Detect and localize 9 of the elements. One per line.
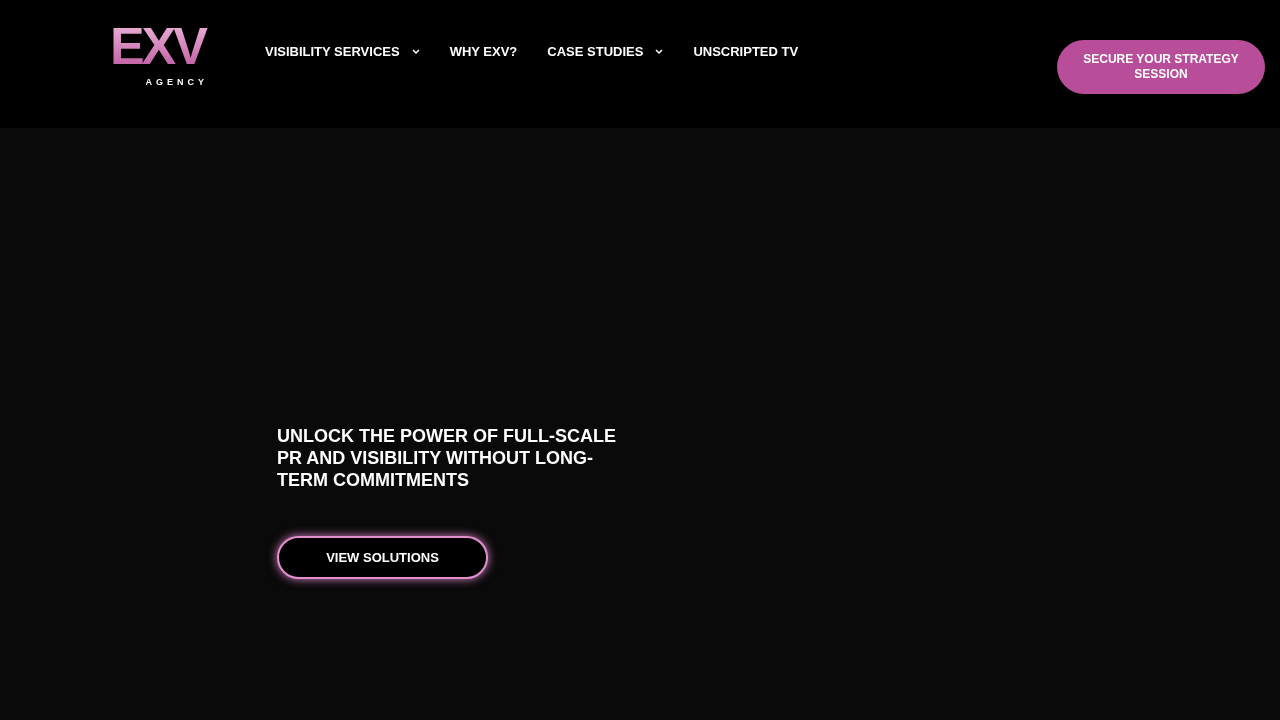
chevron-down-icon [411, 48, 420, 55]
hero-heading: UNLOCK THE POWER OF FULL-SCALE PR AND VISIBILITY WITHOUT LONG-TERM COMMITMENTS [277, 425, 617, 491]
cta-button[interactable]: SECURE YOUR STRATEGY SESSION [1057, 40, 1265, 94]
nav-link[interactable]: WHY EXV? [449, 42, 518, 62]
chevron-down-icon [655, 48, 664, 55]
view-solutions-button[interactable]: VIEW SOLUTIONS [277, 536, 488, 579]
nav-link[interactable]: UNSCRIPTED TV [693, 42, 799, 62]
nav-link[interactable]: VISIBILITY SERVICES [265, 42, 420, 62]
nav-link[interactable]: CASE STUDIES [547, 42, 664, 62]
